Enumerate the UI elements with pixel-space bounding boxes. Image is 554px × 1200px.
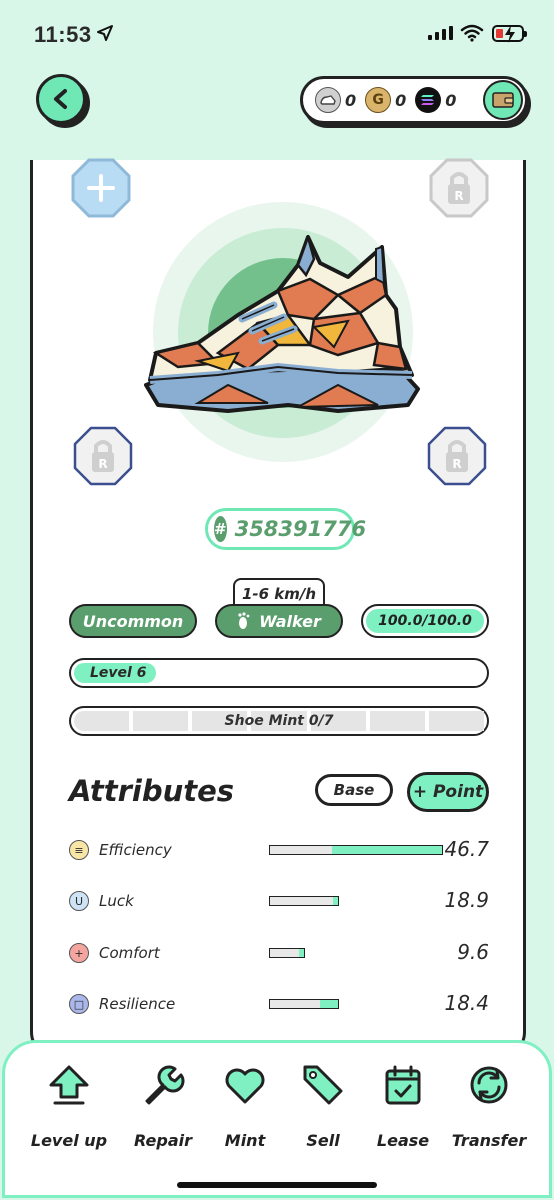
wallet-button[interactable] bbox=[483, 80, 523, 120]
svg-text:R: R bbox=[98, 457, 107, 471]
shoe-id: 358391776 bbox=[234, 517, 367, 541]
attribute-row-efficiency: ≡ Efficiency 46.7 bbox=[69, 836, 493, 864]
sol-value: 0 bbox=[445, 90, 457, 110]
gst-coin-icon bbox=[315, 87, 341, 113]
durability-bar: 100.0/100.0 bbox=[361, 604, 489, 638]
level-progress-bar: Level 6 bbox=[69, 658, 489, 688]
calendar-icon bbox=[385, 1065, 421, 1105]
shoe-type-label: Walker bbox=[259, 611, 321, 631]
level-up-label: Level up bbox=[30, 1131, 108, 1150]
comfort-icon: + bbox=[69, 943, 89, 963]
attribute-name: Resilience bbox=[99, 995, 176, 1013]
sol-coin-icon bbox=[415, 87, 442, 113]
efficiency-icon: ≡ bbox=[69, 840, 89, 860]
attribute-name: Luck bbox=[99, 892, 134, 910]
durability-fill: 100.0/100.0 bbox=[366, 609, 484, 633]
wrench-icon bbox=[145, 1065, 185, 1105]
locked-gem-socket-bottom-left: R bbox=[73, 426, 133, 486]
mint-progress-bar: Shoe Mint 0/7 bbox=[69, 706, 489, 736]
mint-button[interactable]: Mint bbox=[205, 1061, 285, 1150]
attribute-name: Comfort bbox=[99, 944, 160, 962]
gmt-balance: G 0 bbox=[365, 87, 406, 113]
sol-balance: 0 bbox=[415, 87, 456, 113]
locked-gem-socket-top-right: R bbox=[429, 158, 489, 218]
footprint-icon bbox=[238, 612, 250, 629]
gst-balance: 0 bbox=[315, 87, 356, 113]
home-indicator bbox=[177, 1182, 377, 1188]
attribute-value: 9.6 bbox=[457, 940, 489, 964]
wallet-icon bbox=[492, 92, 514, 108]
sell-label: Sell bbox=[306, 1131, 340, 1150]
sell-button[interactable]: Sell bbox=[283, 1061, 363, 1150]
level-label: Level 6 bbox=[74, 663, 156, 683]
back-button[interactable] bbox=[36, 74, 86, 124]
mint-label: Mint bbox=[224, 1131, 266, 1150]
locked-gem-socket-bottom-right: R bbox=[427, 426, 487, 486]
lease-label: Lease bbox=[376, 1131, 430, 1150]
mint-count-label: Shoe Mint 0/7 bbox=[224, 713, 334, 729]
level-up-arrow-icon bbox=[49, 1065, 89, 1105]
resilience-bar bbox=[269, 999, 339, 1009]
luck-icon: U bbox=[69, 891, 89, 911]
transfer-label: Transfer bbox=[451, 1131, 527, 1150]
location-arrow-icon bbox=[97, 25, 113, 41]
svg-text:R: R bbox=[454, 189, 463, 203]
gmt-coin-icon: G bbox=[365, 87, 392, 113]
attribute-row-luck: U Luck 18.9 bbox=[69, 887, 493, 915]
level-up-button[interactable]: Level up bbox=[29, 1061, 109, 1150]
sneaker-illustration bbox=[144, 235, 420, 413]
attribute-row-comfort: + Comfort 9.6 bbox=[69, 939, 493, 967]
svg-text:R: R bbox=[452, 457, 461, 471]
add-gem-socket[interactable] bbox=[71, 158, 131, 218]
bottom-action-bar: Level up Repair Mint Sell Lease Transfer bbox=[2, 1040, 552, 1198]
gmt-value: 0 bbox=[395, 90, 407, 110]
luck-bar bbox=[269, 896, 339, 906]
transfer-icon bbox=[470, 1066, 508, 1104]
battery-icon bbox=[492, 25, 527, 43]
add-point-button[interactable]: + Point bbox=[407, 772, 489, 812]
resilience-icon: □ bbox=[69, 994, 89, 1014]
shoe-type-badge: Walker bbox=[215, 604, 343, 638]
lease-button[interactable]: Lease bbox=[363, 1061, 443, 1150]
shoe-image bbox=[133, 190, 433, 490]
tag-icon bbox=[303, 1065, 343, 1105]
rarity-badge: Uncommon bbox=[69, 604, 197, 638]
comfort-bar bbox=[269, 948, 305, 958]
transfer-button[interactable]: Transfer bbox=[449, 1061, 529, 1150]
shoe-detail-card: R R R # 358391776 1-6 km/h Uncommon Walk… bbox=[30, 158, 526, 1060]
repair-label: Repair bbox=[134, 1131, 192, 1150]
attribute-row-resilience: □ Resilience 18.4 bbox=[69, 990, 493, 1018]
chevron-left-icon bbox=[54, 89, 67, 109]
repair-button[interactable]: Repair bbox=[123, 1061, 203, 1150]
shoe-id-badge: # 358391776 bbox=[205, 508, 366, 550]
attribute-value: 18.9 bbox=[444, 888, 489, 912]
wallet-balance-bar[interactable]: 0 G 0 0 bbox=[300, 76, 528, 124]
base-toggle-button[interactable]: Base bbox=[315, 774, 393, 806]
cellular-signal-icon bbox=[428, 26, 453, 40]
wifi-icon bbox=[460, 24, 484, 42]
heart-icon bbox=[225, 1068, 265, 1104]
attribute-value: 46.7 bbox=[444, 837, 489, 861]
status-time: 11:53 bbox=[34, 22, 92, 47]
gst-value: 0 bbox=[345, 90, 357, 110]
efficiency-bar bbox=[269, 845, 443, 855]
status-bar: 11:53 bbox=[0, 0, 554, 70]
attribute-value: 18.4 bbox=[444, 991, 489, 1015]
attribute-name: Efficiency bbox=[99, 841, 172, 859]
attributes-title: Attributes bbox=[69, 774, 235, 808]
hash-icon: # bbox=[214, 516, 227, 542]
